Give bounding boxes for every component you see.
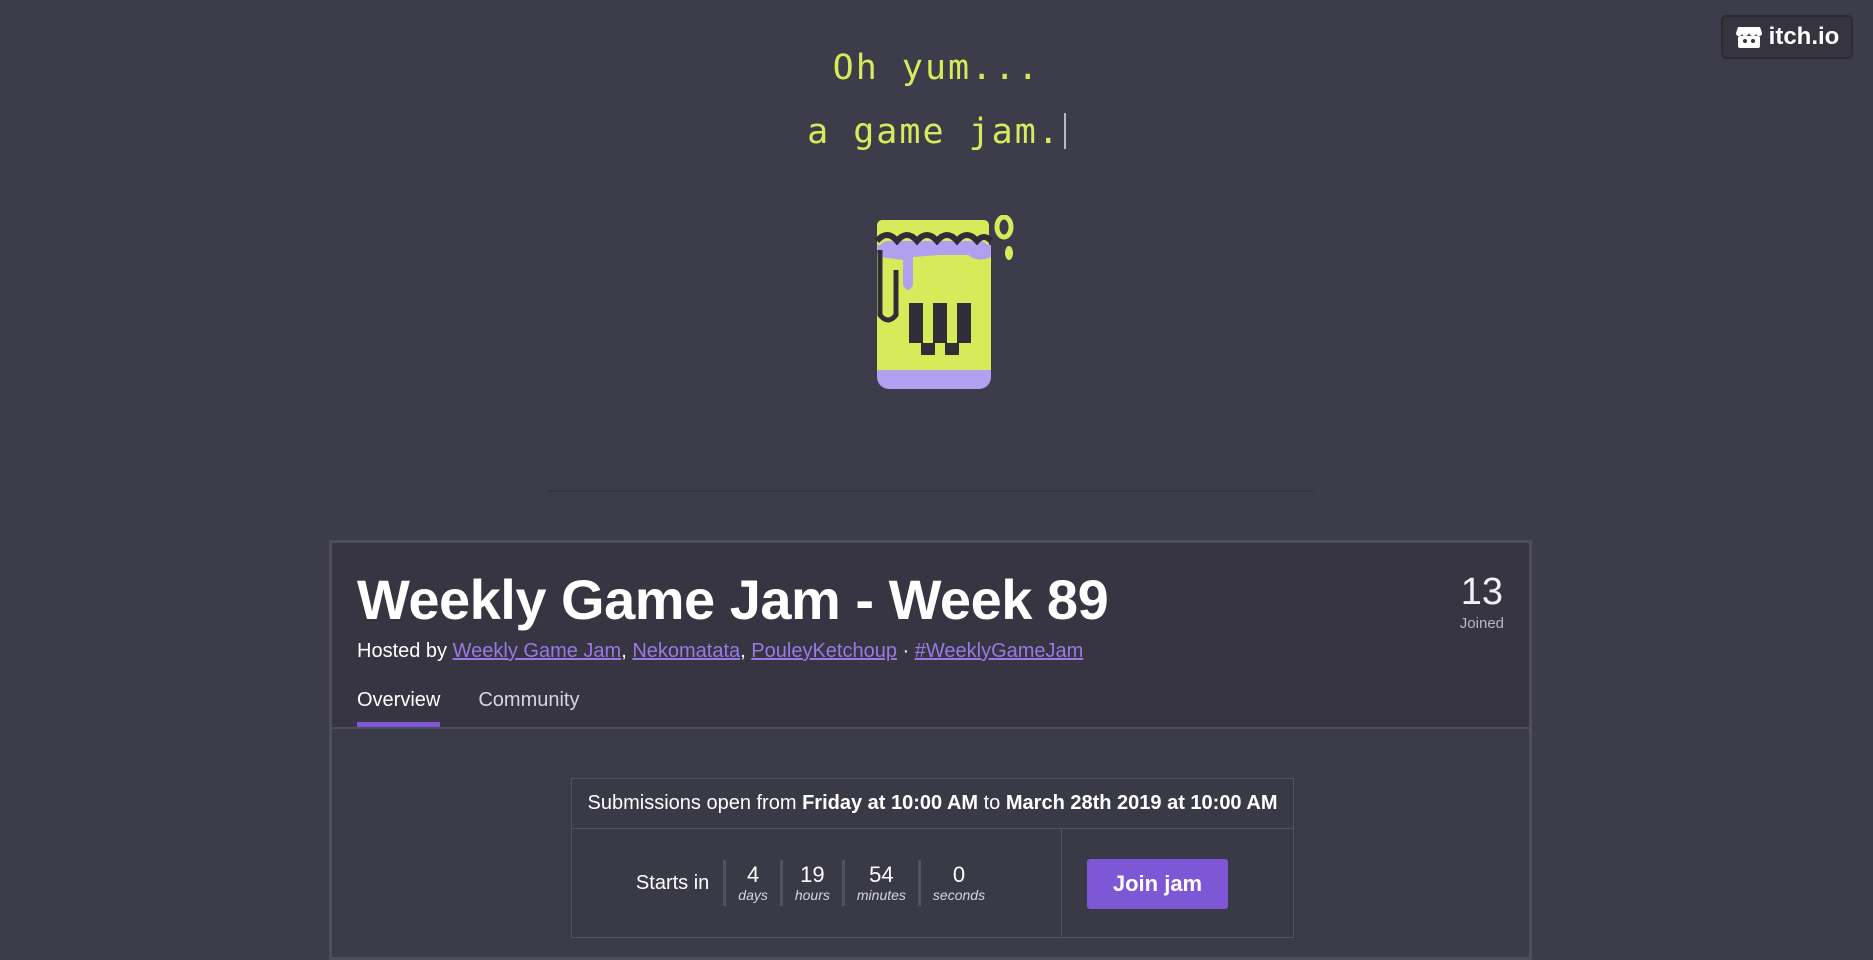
typing-caret <box>1063 113 1066 149</box>
joined-count: 13 <box>1460 571 1504 613</box>
hosted-by-label: Hosted by <box>357 640 448 662</box>
hosted-by-line: Hosted by Weekly Game Jam, Nekomatata, P… <box>357 640 1084 662</box>
joined-label: Joined <box>1459 615 1504 632</box>
brand-name: itch.io <box>1768 23 1840 50</box>
countdown-minutes-label: minutes <box>856 887 906 904</box>
hashtag-link[interactable]: #WeeklyGameJam <box>915 640 1084 662</box>
starts-in-label: Starts in <box>635 871 710 894</box>
hero-line-2: a game jam. <box>0 112 1873 152</box>
join-jam-button[interactable]: Join jam <box>1087 859 1228 909</box>
jam-jar-icon <box>874 215 1014 389</box>
submission-to: to <box>983 792 1001 814</box>
jam-tabs: Overview Community <box>357 689 580 727</box>
countdown-hours-label: hours <box>794 887 830 904</box>
submission-start: Friday at 10:00 AM <box>802 792 979 814</box>
countdown-hours-value: 19 <box>800 861 825 887</box>
itchio-store-icon <box>1735 27 1762 48</box>
host-link-pouleyketchoup[interactable]: PouleyKetchoup <box>751 640 897 662</box>
schedule-box: Submissions open from Friday at 10:00 AM… <box>571 778 1294 938</box>
countdown-seconds: 0 seconds <box>917 860 997 906</box>
joined-stat: 13 Joined <box>1460 573 1504 632</box>
countdown-days-label: days <box>738 887 768 904</box>
countdown-seconds-label: seconds <box>932 887 986 904</box>
submissions-prefix: Submissions open from <box>587 792 797 814</box>
countdown-hours: 19 hours <box>779 860 842 906</box>
submission-dates: Submissions open from Friday at 10:00 AM… <box>572 779 1293 829</box>
countdown-seconds-value: 0 <box>952 861 966 887</box>
tab-community[interactable]: Community <box>478 689 579 727</box>
hero-line-1: Oh yum... <box>832 48 1041 88</box>
hero-divider <box>548 490 1314 492</box>
countdown-timer: Starts in 4 days 19 hours 54 minutes 0 s… <box>572 829 1062 937</box>
countdown-minutes-value: 54 <box>869 861 894 887</box>
jam-header: Weekly Game Jam - Week 89 Hosted by Week… <box>332 543 1529 729</box>
jam-card: Weekly Game Jam - Week 89 Hosted by Week… <box>329 540 1532 960</box>
countdown-minutes: 54 minutes <box>841 860 918 906</box>
countdown-days-value: 4 <box>746 861 760 887</box>
submission-end: March 28th 2019 at 10:00 AM <box>1005 792 1278 814</box>
hero-line-2-text: a game jam. <box>807 112 1061 152</box>
tab-overview[interactable]: Overview <box>357 689 441 727</box>
host-link-weekly-game-jam[interactable]: Weekly Game Jam <box>453 640 622 662</box>
host-link-nekomatata[interactable]: Nekomatata <box>632 640 740 662</box>
countdown-days: 4 days <box>723 860 780 906</box>
jam-title: Weekly Game Jam - Week 89 <box>357 568 1109 631</box>
